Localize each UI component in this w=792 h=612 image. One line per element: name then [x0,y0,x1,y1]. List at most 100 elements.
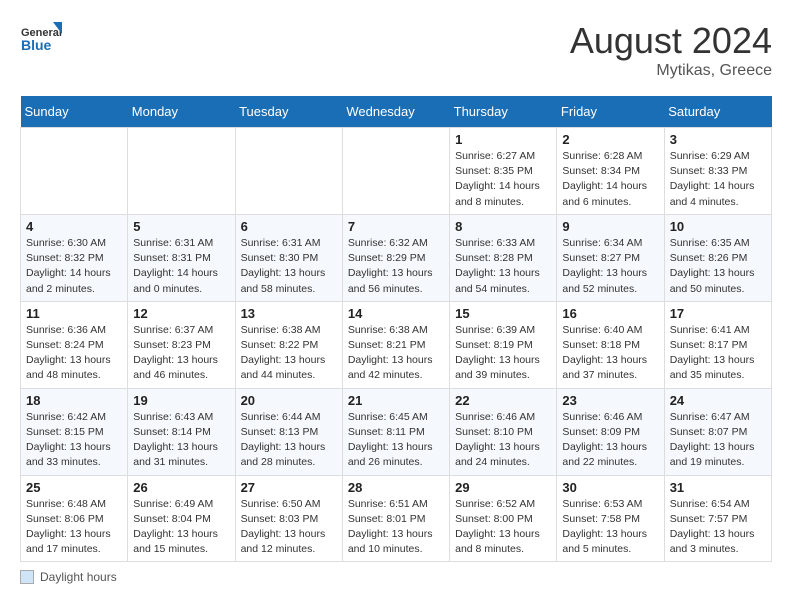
calendar-day-header: Wednesday [342,96,449,128]
calendar-cell: 31 Sunrise: 6:54 AMSunset: 7:57 PMDayligh… [664,475,771,562]
calendar-week-row: 11Sunrise: 6:36 AMSunset: 8:24 PMDayligh… [21,301,772,388]
calendar-cell: 1 Sunrise: 6:27 AMSunset: 8:35 PMDaylight… [450,128,557,215]
calendar-cell: 4Sunrise: 6:30 AMSunset: 8:32 PMDaylight… [21,214,128,301]
day-info: Sunrise: 6:34 AMSunset: 8:27 PMDaylight:… [562,236,658,297]
calendar-day-header: Tuesday [235,96,342,128]
day-info: Sunrise: 6:53 AMSunset: 7:58 PMDaylight:… [562,497,658,558]
calendar-cell: 21 Sunrise: 6:45 AMSunset: 8:11 PMDayligh… [342,388,449,475]
day-number: 6 [241,219,337,234]
calendar-cell [128,128,235,215]
day-number: 14 [348,306,444,321]
day-number: 21 [348,393,444,408]
calendar-header-row: SundayMondayTuesdayWednesdayThursdayFrid… [21,96,772,128]
calendar-table: SundayMondayTuesdayWednesdayThursdayFrid… [20,96,772,562]
month-title: August 2024 [570,20,772,62]
calendar-cell: 26 Sunrise: 6:49 AMSunset: 8:04 PMDayligh… [128,475,235,562]
day-number: 11 [26,306,122,321]
daylight-box [20,570,34,584]
day-info: Sunrise: 6:31 AMSunset: 8:31 PMDaylight:… [133,236,229,297]
day-info: Sunrise: 6:54 AMSunset: 7:57 PMDaylight:… [670,497,766,558]
day-number: 19 [133,393,229,408]
calendar-cell: 14 Sunrise: 6:38 AMSunset: 8:21 PMDayligh… [342,301,449,388]
day-number: 28 [348,480,444,495]
calendar-cell: 25 Sunrise: 6:48 AMSunset: 8:06 PMDayligh… [21,475,128,562]
day-number: 24 [670,393,766,408]
day-info: Sunrise: 6:28 AMSunset: 8:34 PMDaylight:… [562,149,658,210]
calendar-day-header: Friday [557,96,664,128]
logo: General Blue [20,20,62,62]
day-info: Sunrise: 6:46 AMSunset: 8:09 PMDaylight:… [562,410,658,471]
day-info: Sunrise: 6:37 AMSunset: 8:23 PMDaylight:… [133,323,229,384]
calendar-day-header: Sunday [21,96,128,128]
calendar-day-header: Saturday [664,96,771,128]
day-info: Sunrise: 6:32 AMSunset: 8:29 PMDaylight:… [348,236,444,297]
calendar-cell: 22Sunrise: 6:46 AMSunset: 8:10 PMDayligh… [450,388,557,475]
day-number: 5 [133,219,229,234]
calendar-cell: 9 Sunrise: 6:34 AMSunset: 8:27 PMDaylight… [557,214,664,301]
day-info: Sunrise: 6:41 AMSunset: 8:17 PMDaylight:… [670,323,766,384]
day-number: 16 [562,306,658,321]
day-number: 7 [348,219,444,234]
day-number: 2 [562,132,658,147]
day-info: Sunrise: 6:48 AMSunset: 8:06 PMDaylight:… [26,497,122,558]
day-number: 15 [455,306,551,321]
calendar-cell: 10 Sunrise: 6:35 AMSunset: 8:26 PMDayligh… [664,214,771,301]
page-header: General Blue August 2024 Mytikas, Greece [20,20,772,80]
day-info: Sunrise: 6:33 AMSunset: 8:28 PMDaylight:… [455,236,551,297]
calendar-week-row: 4Sunrise: 6:30 AMSunset: 8:32 PMDaylight… [21,214,772,301]
calendar-cell: 18Sunrise: 6:42 AMSunset: 8:15 PMDayligh… [21,388,128,475]
calendar-cell: 2 Sunrise: 6:28 AMSunset: 8:34 PMDaylight… [557,128,664,215]
calendar-cell: 7 Sunrise: 6:32 AMSunset: 8:29 PMDaylight… [342,214,449,301]
day-number: 9 [562,219,658,234]
calendar-day-header: Monday [128,96,235,128]
calendar-week-row: 1 Sunrise: 6:27 AMSunset: 8:35 PMDaylight… [21,128,772,215]
day-info: Sunrise: 6:31 AMSunset: 8:30 PMDaylight:… [241,236,337,297]
day-number: 25 [26,480,122,495]
day-info: Sunrise: 6:39 AMSunset: 8:19 PMDaylight:… [455,323,551,384]
day-info: Sunrise: 6:27 AMSunset: 8:35 PMDaylight:… [455,149,551,210]
day-info: Sunrise: 6:38 AMSunset: 8:21 PMDaylight:… [348,323,444,384]
calendar-cell [235,128,342,215]
day-number: 13 [241,306,337,321]
day-info: Sunrise: 6:44 AMSunset: 8:13 PMDaylight:… [241,410,337,471]
calendar-cell: 27Sunrise: 6:50 AMSunset: 8:03 PMDayligh… [235,475,342,562]
location: Mytikas, Greece [570,62,772,80]
calendar-week-row: 25 Sunrise: 6:48 AMSunset: 8:06 PMDayligh… [21,475,772,562]
calendar-cell: 23 Sunrise: 6:46 AMSunset: 8:09 PMDayligh… [557,388,664,475]
calendar-cell: 19 Sunrise: 6:43 AMSunset: 8:14 PMDayligh… [128,388,235,475]
daylight-label: Daylight hours [40,570,117,584]
day-number: 29 [455,480,551,495]
day-info: Sunrise: 6:35 AMSunset: 8:26 PMDaylight:… [670,236,766,297]
day-info: Sunrise: 6:51 AMSunset: 8:01 PMDaylight:… [348,497,444,558]
day-info: Sunrise: 6:45 AMSunset: 8:11 PMDaylight:… [348,410,444,471]
logo-svg: General Blue [20,20,62,62]
day-info: Sunrise: 6:49 AMSunset: 8:04 PMDaylight:… [133,497,229,558]
calendar-day-header: Thursday [450,96,557,128]
calendar-cell: 15 Sunrise: 6:39 AMSunset: 8:19 PMDayligh… [450,301,557,388]
day-info: Sunrise: 6:46 AMSunset: 8:10 PMDaylight:… [455,410,551,471]
calendar-cell: 28 Sunrise: 6:51 AMSunset: 8:01 PMDayligh… [342,475,449,562]
day-info: Sunrise: 6:50 AMSunset: 8:03 PMDaylight:… [241,497,337,558]
day-number: 1 [455,132,551,147]
title-block: August 2024 Mytikas, Greece [570,20,772,80]
calendar-cell: 16 Sunrise: 6:40 AMSunset: 8:18 PMDayligh… [557,301,664,388]
day-number: 23 [562,393,658,408]
calendar-week-row: 18Sunrise: 6:42 AMSunset: 8:15 PMDayligh… [21,388,772,475]
calendar-cell: 20 Sunrise: 6:44 AMSunset: 8:13 PMDayligh… [235,388,342,475]
day-number: 10 [670,219,766,234]
day-number: 18 [26,393,122,408]
calendar-cell: 3 Sunrise: 6:29 AMSunset: 8:33 PMDaylight… [664,128,771,215]
day-number: 3 [670,132,766,147]
day-info: Sunrise: 6:40 AMSunset: 8:18 PMDaylight:… [562,323,658,384]
day-info: Sunrise: 6:30 AMSunset: 8:32 PMDaylight:… [26,236,122,297]
day-number: 26 [133,480,229,495]
day-number: 20 [241,393,337,408]
day-info: Sunrise: 6:29 AMSunset: 8:33 PMDaylight:… [670,149,766,210]
day-info: Sunrise: 6:52 AMSunset: 8:00 PMDaylight:… [455,497,551,558]
day-number: 17 [670,306,766,321]
calendar-cell: 5 Sunrise: 6:31 AMSunset: 8:31 PMDaylight… [128,214,235,301]
day-number: 31 [670,480,766,495]
calendar-cell [21,128,128,215]
footer-note: Daylight hours [20,570,772,584]
day-info: Sunrise: 6:43 AMSunset: 8:14 PMDaylight:… [133,410,229,471]
